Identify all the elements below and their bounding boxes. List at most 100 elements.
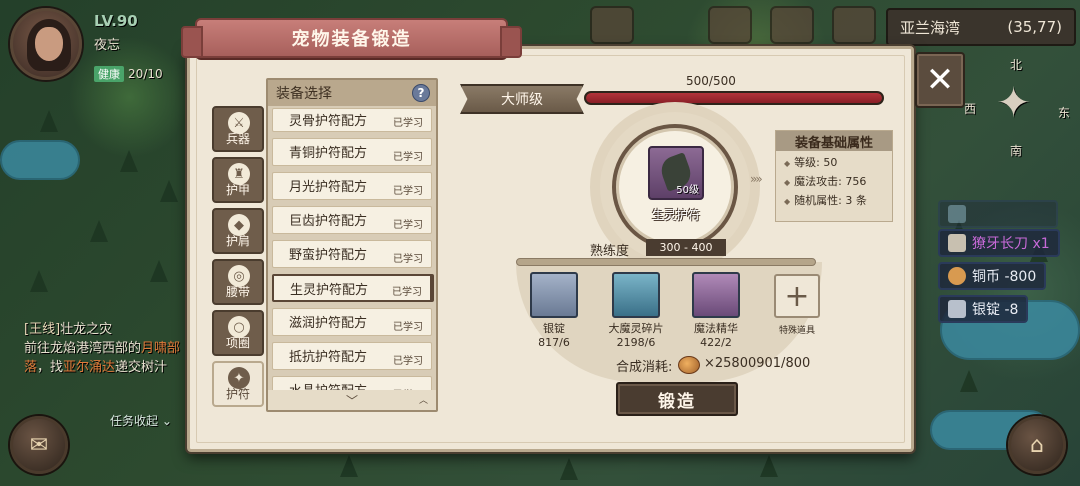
material-magic-essence[interactable]: 魔法精华 422/2: [692, 272, 740, 349]
result-item-slot[interactable]: 50级: [648, 146, 704, 200]
player-avatar[interactable]: [10, 8, 82, 80]
recipe-item[interactable]: 月光护符配方 已学习: [272, 172, 432, 200]
location-coords: (35,77): [1007, 18, 1062, 36]
location-name: 亚兰海湾: [900, 18, 961, 37]
category-tab[interactable]: ◆ 护肩: [212, 208, 264, 254]
mastery-progress-bar: [584, 91, 884, 105]
sword-icon: ⚔: [228, 112, 250, 134]
recipe-state: 已学习: [393, 186, 423, 197]
loot-text: 银锭 -8: [972, 302, 1019, 318]
compass-south: 南: [1010, 144, 1023, 158]
compass: 北 西 东 南 ✦: [960, 54, 1080, 184]
compass-east: 东: [1058, 106, 1071, 120]
copper-coin-icon: [948, 267, 966, 285]
quest-description: 前往龙焰港湾西部的月啸部落，找亚尔涌达递交树汁: [24, 339, 184, 377]
recipe-name: 月光护符配方: [289, 180, 368, 195]
plus-icon: +: [784, 278, 810, 314]
category-tab[interactable]: ⚔ 兵器: [212, 106, 264, 152]
map-scroll-button[interactable]: ✉: [10, 416, 68, 474]
flag-icon[interactable]: [590, 6, 634, 44]
attributes-title: 装备基础属性: [776, 131, 892, 151]
arrow-right-icon: »»: [750, 172, 763, 186]
close-button[interactable]: ✕: [915, 52, 965, 108]
recipe-state: 已学习: [392, 287, 422, 298]
category-tab[interactable]: ♜ 护甲: [212, 157, 264, 203]
attributes-panel: 装备基础属性 等级: 50 魔法攻击: 756 随机属性: 3 条: [775, 130, 893, 222]
recipe-list-title: 装备选择: [276, 86, 332, 102]
attribute-magic-attack: 魔法攻击: 756: [776, 170, 892, 189]
material-silver-ingot[interactable]: 银锭 817/6: [530, 272, 578, 349]
recipe-item[interactable]: 野蛮护符配方 已学习: [272, 240, 432, 268]
quest-tag: [王线]: [24, 322, 61, 337]
cost-label: 合成消耗:: [616, 360, 673, 375]
crossed-swords-icon[interactable]: [708, 6, 752, 44]
quest-title: 壮龙之灾: [60, 322, 113, 337]
mastery-progress-fill: [586, 93, 882, 103]
chevron-down-icon: ⌄: [161, 414, 172, 428]
category-tab[interactable]: ○ 项圈: [212, 310, 264, 356]
forge-button[interactable]: 锻造: [616, 382, 738, 416]
quest-collapse-label: 任务收起: [110, 414, 159, 428]
amulet-icon: ✦: [228, 367, 250, 389]
recipe-state: 已学习: [393, 220, 423, 231]
recipe-item[interactable]: 巨齿护符配方 已学习: [272, 206, 432, 234]
material-magic-shard[interactable]: 大魔灵碎片 2198/6: [609, 272, 664, 349]
compass-rose-icon: ✦: [996, 78, 1032, 127]
player-name: 夜忘: [94, 38, 121, 53]
material-name: 银锭: [543, 322, 565, 335]
crystal-shard-icon: [612, 272, 660, 318]
add-special-item-button[interactable]: +: [774, 274, 820, 318]
health-value: 20/10: [128, 67, 163, 81]
loot-notification-silver: 银锭 -8: [938, 295, 1029, 323]
loot-notification-faded: [938, 200, 1058, 228]
chevron-up-icon: ︿: [418, 396, 428, 406]
recipe-item[interactable]: 生灵护符配方 已学习: [272, 274, 432, 302]
silver-ingot-icon: [530, 272, 578, 318]
progress-text: 500/500: [686, 74, 736, 88]
recipe-state: 已学习: [393, 152, 423, 163]
grade-label: 大师级: [460, 84, 584, 114]
item-level: 50级: [676, 185, 699, 196]
recipe-item[interactable]: 灵骨护符配方 已学习: [272, 108, 432, 132]
treasure-icon[interactable]: [832, 6, 876, 44]
recipe-name: 灵骨护符配方: [289, 114, 368, 129]
material-name: 大魔灵碎片: [608, 322, 664, 335]
special-item-label: 特殊道具: [778, 326, 815, 336]
player-level: LV.90: [94, 12, 138, 30]
location-bar[interactable]: 亚兰海湾 (35,77): [886, 8, 1076, 46]
health-badge: 健康: [94, 66, 124, 82]
scroll-icon: ✉: [29, 432, 49, 458]
materials-rail: [516, 258, 816, 266]
scroll-down-button[interactable]: ﹀ ︿: [268, 390, 436, 410]
material-name: 魔法精华: [694, 322, 738, 335]
shoulder-icon: ◆: [228, 214, 250, 236]
collar-icon: ○: [228, 316, 250, 338]
category-tab[interactable]: ◎ 腰带: [212, 259, 264, 305]
copper-coin-icon: [678, 356, 700, 374]
category-tab[interactable]: ✦ 护符: [212, 361, 264, 407]
home-button[interactable]: ⌂: [1008, 416, 1066, 474]
recipe-name: 抵抗护符配方: [289, 350, 368, 365]
help-icon[interactable]: ?: [412, 84, 430, 102]
proficiency-range: 300 - 400: [646, 239, 726, 256]
loot-text: 獠牙长刀 x1: [972, 236, 1050, 252]
recipe-item[interactable]: 滋润护符配方 已学习: [272, 308, 432, 336]
dialog-title: 宠物装备锻造: [181, 18, 522, 58]
recipe-state: 已学习: [393, 322, 423, 333]
recipe-item[interactable]: 抵抗护符配方 已学习: [272, 342, 432, 370]
recipe-state: 已学习: [393, 118, 423, 129]
recipe-name: 野蛮护符配方: [289, 248, 368, 263]
loot-notification-copper: 铜币 -800: [938, 262, 1047, 290]
recipe-item[interactable]: 青铜护符配方 已学习: [272, 138, 432, 166]
quest-collapse-button[interactable]: 任务收起 ⌄: [110, 412, 172, 429]
recipe-name: 生灵护符配方: [290, 283, 369, 298]
guild-icon[interactable]: [770, 6, 814, 44]
recipe-list-header: 装备选择 ?: [268, 80, 436, 106]
compass-north: 北: [1010, 58, 1023, 72]
recipe-list[interactable]: 灵骨护符配方 已学习 青铜护符配方 已学习 月光护符配方 已学习 巨齿护符配方 已学习 野蛮护符…: [268, 106, 436, 410]
armor-icon: ♜: [228, 163, 250, 185]
essence-orb-icon: [692, 272, 740, 318]
quest-tracker[interactable]: [王线]壮龙之灾 前往龙焰港湾西部的月啸部落，找亚尔涌达递交树汁: [24, 320, 184, 377]
result-item-name: 生灵护符: [651, 208, 700, 222]
quest-highlight: 亚尔涌达: [63, 360, 116, 375]
